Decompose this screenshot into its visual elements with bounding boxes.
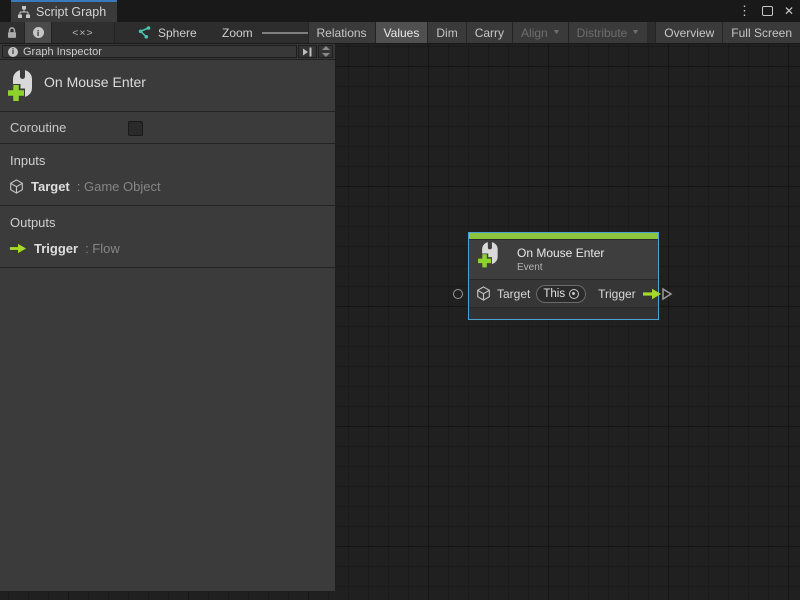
input-type: : Game Object <box>77 179 161 194</box>
close-icon[interactable]: ✕ <box>784 4 794 18</box>
coroutine-checkbox[interactable] <box>128 121 143 136</box>
machine-name-label: Sphere <box>158 26 197 40</box>
output-name: Trigger <box>34 241 78 256</box>
node-ports-row: Target This Trigger <box>469 279 658 307</box>
node-subtitle: Event <box>517 262 604 273</box>
mouse-event-icon <box>8 70 36 106</box>
fullscreen-button[interactable]: Full Screen <box>722 22 800 43</box>
toolbar-left-group: i <×> <box>0 22 115 43</box>
unit-title: On Mouse Enter <box>44 74 146 90</box>
values-button[interactable]: Values <box>375 22 428 43</box>
node-input-port[interactable] <box>453 289 463 299</box>
outputs-section: Outputs Trigger : Flow <box>0 206 335 268</box>
collapse-right-icon <box>302 46 313 58</box>
script-graph-window: Script Graph ⋮ ✕ i <×> <box>0 0 800 600</box>
toolbar-group-gap <box>647 22 655 43</box>
this-chip-label: This <box>543 288 565 300</box>
flow-arrow-icon <box>9 243 27 254</box>
unit-title-section: On Mouse Enter <box>0 60 335 112</box>
input-name: Target <box>31 179 70 194</box>
inspector-empty-area <box>0 268 335 591</box>
tab-bar: Script Graph ⋮ ✕ <box>0 0 800 22</box>
tab-label: Script Graph <box>36 5 106 19</box>
code-view-button[interactable]: <×> <box>52 22 115 43</box>
overview-button[interactable]: Overview <box>655 22 722 43</box>
distribute-dropdown-button: Distribute ▼ <box>568 22 648 43</box>
dim-button[interactable]: Dim <box>427 22 465 43</box>
node-titles: On Mouse Enter Event <box>517 246 604 273</box>
lock-button[interactable] <box>0 22 25 43</box>
relations-button[interactable]: Relations <box>308 22 375 43</box>
inputs-header: Inputs <box>0 153 335 168</box>
trigger-port-label: Trigger <box>598 287 636 301</box>
output-type: : Flow <box>85 241 120 256</box>
graph-hierarchy-icon <box>17 5 31 19</box>
carry-button[interactable]: Carry <box>466 22 512 43</box>
this-value-chip[interactable]: This <box>536 285 586 303</box>
on-mouse-enter-node[interactable]: On Mouse Enter Event Target This Trigger <box>468 232 659 320</box>
inputs-section: Inputs Target : Game Object <box>0 144 335 206</box>
collapse-panel-button[interactable] <box>298 45 317 58</box>
maximize-icon[interactable] <box>762 6 773 16</box>
mouse-event-icon <box>478 242 501 272</box>
flow-arrow-icon <box>642 288 662 300</box>
align-dropdown-button: Align ▼ <box>512 22 568 43</box>
chevron-down-icon: ▼ <box>552 29 561 36</box>
cube-icon <box>476 286 491 301</box>
inspector-title: Graph Inspector <box>23 46 102 58</box>
inspector-header: i Graph Inspector <box>0 44 335 60</box>
stepper-down-icon[interactable] <box>322 53 330 57</box>
node-title: On Mouse Enter <box>517 246 604 260</box>
graph-inspector-panel: i Graph Inspector <box>0 44 336 592</box>
outputs-header: Outputs <box>0 215 335 230</box>
cube-icon <box>9 179 24 194</box>
output-row-trigger: Trigger : Flow <box>0 241 335 256</box>
node-footer <box>469 307 658 319</box>
node-output-port[interactable] <box>661 287 673 301</box>
code-brackets-icon: <×> <box>72 27 93 39</box>
scroll-stepper[interactable] <box>318 45 333 58</box>
lock-icon <box>5 26 19 40</box>
object-picker-icon[interactable] <box>569 289 579 299</box>
graph-toolbar: i <×> Sphere Zoom 1x <box>0 22 800 44</box>
view-buttons-group: Relations Values Dim Carry Align ▼ Distr… <box>308 22 800 43</box>
tab-script-graph[interactable]: Script Graph <box>11 0 117 22</box>
zoom-label: Zoom <box>222 26 253 40</box>
window-controls: ⋮ ✕ <box>738 0 794 22</box>
kebab-menu-icon[interactable]: ⋮ <box>738 3 751 19</box>
stepper-up-icon[interactable] <box>322 46 330 50</box>
coroutine-label: Coroutine <box>10 120 66 135</box>
target-port-label: Target <box>497 287 530 301</box>
node-header: On Mouse Enter Event <box>469 239 658 279</box>
script-machine-icon <box>137 26 151 39</box>
coroutine-row: Coroutine <box>0 112 335 144</box>
inspector-toggle-button[interactable]: i <box>25 22 52 43</box>
info-icon: i <box>33 27 44 38</box>
inspector-title-field: i Graph Inspector <box>2 45 297 58</box>
chevron-down-icon: ▼ <box>631 29 640 36</box>
machine-breadcrumb[interactable]: Sphere <box>137 22 197 43</box>
info-icon: i <box>8 47 18 57</box>
input-row-target: Target : Game Object <box>0 179 335 194</box>
